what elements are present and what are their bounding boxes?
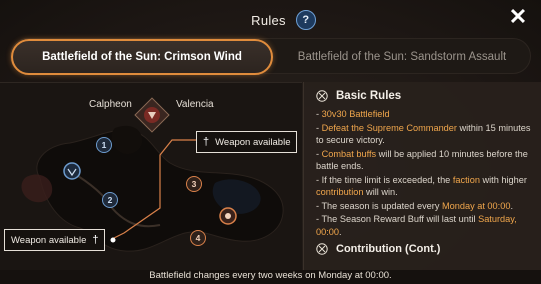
weapon-label-top: Weapon available xyxy=(215,136,291,148)
rules-list: - 30v30 Battlefield - Defeat the Supreme … xyxy=(316,108,531,238)
faction-label-left: Calpheon xyxy=(89,99,132,110)
rule-highlight: Defeat the Supreme Commander xyxy=(321,122,457,133)
rule-text: . xyxy=(510,200,513,211)
faction-label-right: Valencia xyxy=(176,99,214,110)
rule-text: will win. xyxy=(363,187,398,197)
sword-icon: † xyxy=(203,136,210,148)
help-icon[interactable]: ? xyxy=(295,10,316,30)
rule-highlight: contribution xyxy=(316,187,364,197)
commander-icon-right xyxy=(219,207,237,225)
weapon-label-bottom: Weapon available xyxy=(11,234,87,246)
map-point-1[interactable]: 1 xyxy=(96,137,112,153)
rule-item: - The season is updated every Monday at … xyxy=(316,200,531,213)
weapon-callout-top: † Weapon available xyxy=(196,131,298,153)
modal-title-row: Rules ? xyxy=(0,10,541,30)
modal-header: Rules ? ✕ xyxy=(0,0,541,36)
rule-item: - The Season Reward Buff will last until… xyxy=(316,213,531,238)
rule-item: - If the time limit is exceeded, the fac… xyxy=(316,174,531,199)
rule-text: . xyxy=(339,226,342,237)
map-point-3[interactable]: 3 xyxy=(186,176,202,192)
rule-item: - Combat buffs will be applied 10 minute… xyxy=(316,148,531,173)
crossed-swords-icon xyxy=(316,90,328,102)
battlefield-tabs: Battlefield of the Sun: Crimson Wind Bat… xyxy=(10,38,531,75)
close-button[interactable]: ✕ xyxy=(507,6,529,28)
rule-item: - 30v30 Battlefield xyxy=(316,108,531,121)
rule-text: with higher xyxy=(479,174,527,185)
rule-highlight: 30v30 Battlefield xyxy=(321,109,390,119)
rules-modal: Rules ? ✕ Battlefield of the Sun: Crimso… xyxy=(0,0,541,284)
rule-text: - The season is updated every xyxy=(316,200,442,211)
rule-highlight: faction xyxy=(452,174,480,185)
rule-text: - The Season Reward Buff will last until xyxy=(316,214,479,224)
footer-note: Battlefield changes every two weeks on M… xyxy=(0,270,541,284)
rule-text: - If the time limit is exceeded, the xyxy=(316,174,453,185)
sword-icon: † xyxy=(92,234,99,246)
weapon-callout-bottom: Weapon available † xyxy=(4,229,106,251)
modal-title: Rules xyxy=(251,12,286,28)
contribution-heading: Contribution (Cont.) xyxy=(316,243,531,255)
tab-crimson-wind[interactable]: Battlefield of the Sun: Crimson Wind xyxy=(11,39,273,75)
rules-panel[interactable]: Basic Rules - 30v30 Battlefield - Defeat … xyxy=(303,82,541,270)
rule-highlight: Monday at 00:00 xyxy=(441,200,511,211)
basic-rules-heading: Basic Rules xyxy=(316,90,531,102)
rule-highlight: Combat buffs xyxy=(321,148,377,159)
crossed-swords-icon xyxy=(316,243,328,255)
faction-emblem-icon xyxy=(134,97,170,133)
map-point-4[interactable]: 4 xyxy=(190,230,206,246)
tab-sandstorm-assault[interactable]: Battlefield of the Sun: Sandstorm Assaul… xyxy=(273,39,531,75)
rule-item: - Defeat the Supreme Commander within 15… xyxy=(316,122,531,147)
map-point-2[interactable]: 2 xyxy=(102,192,118,208)
commander-icon-left xyxy=(63,162,81,180)
battlefield-map: Calpheon Valencia † Weapon available Wea… xyxy=(0,82,302,270)
